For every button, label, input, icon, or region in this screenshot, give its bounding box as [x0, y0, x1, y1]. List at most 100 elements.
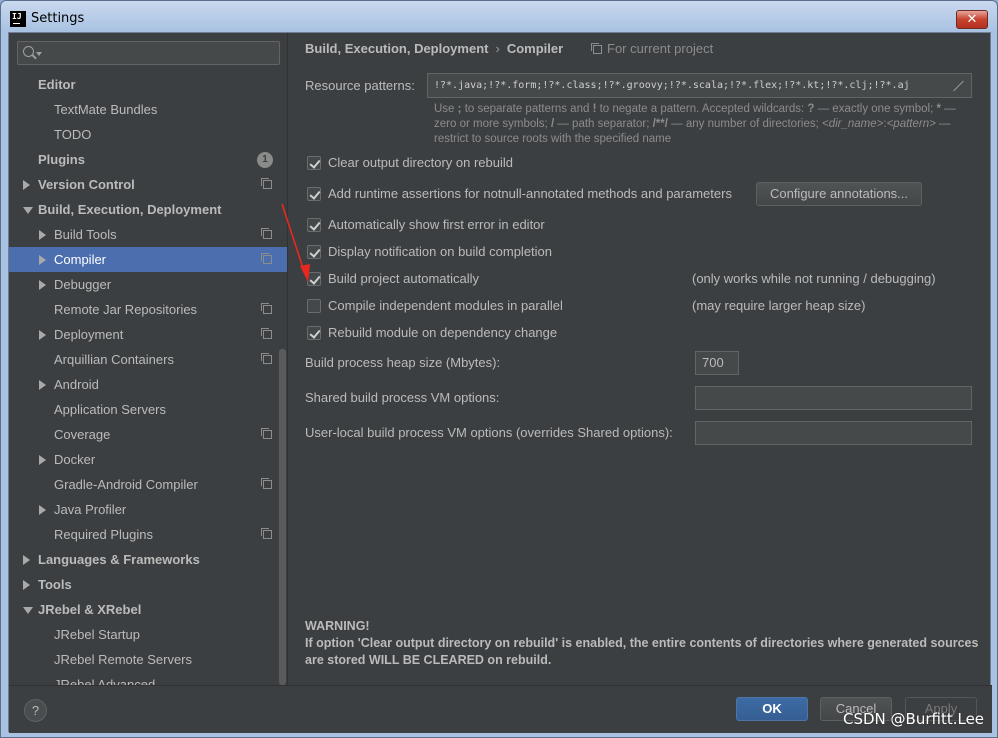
option-label[interactable]: Clear output directory on rebuild [328, 155, 513, 170]
option-label[interactable]: Build project automatically [328, 271, 479, 286]
collapsed-arrow-icon[interactable] [39, 330, 46, 340]
option-checkbox[interactable] [307, 299, 321, 313]
sidebar-item[interactable]: Docker [9, 447, 287, 472]
sidebar-item-label: Version Control [38, 177, 135, 192]
sidebar-item[interactable]: Gradle-Android Compiler [9, 472, 287, 497]
warning-body: If option 'Clear output directory on reb… [305, 636, 979, 667]
sidebar-item[interactable]: Version Control [9, 172, 287, 197]
sidebar-item[interactable]: Tools [9, 572, 287, 597]
sidebar-item-label: Docker [54, 452, 96, 467]
ok-button[interactable]: OK [736, 697, 808, 721]
collapsed-arrow-icon[interactable] [23, 180, 30, 190]
sidebar-item[interactable]: JRebel & XRebel [9, 597, 287, 622]
sidebar-item-label: Build, Execution, Deployment [38, 202, 222, 217]
sidebar-item[interactable]: Arquillian Containers [9, 347, 287, 372]
sidebar-item[interactable]: Plugins 1 [9, 147, 287, 172]
sidebar-item[interactable]: Required Plugins [9, 522, 287, 547]
collapsed-arrow-icon[interactable] [39, 380, 46, 390]
settings-content: Build, Execution, Deployment › Compiler Fo… [289, 33, 992, 685]
sidebar-item-label: JRebel Advanced [54, 677, 156, 685]
option-checkbox[interactable] [307, 187, 321, 201]
sidebar-item-label: Coverage [54, 427, 111, 442]
sidebar-item[interactable]: Application Servers [9, 397, 287, 422]
heap-size-input[interactable]: 700 [695, 351, 739, 375]
resource-patterns-label: Resource patterns: [305, 78, 415, 93]
option-label[interactable]: Automatically show first error in editor [328, 217, 545, 232]
collapsed-arrow-icon[interactable] [39, 455, 46, 465]
sidebar-item-label: Deployment [54, 327, 124, 342]
sidebar-item[interactable]: Build, Execution, Deployment [9, 197, 287, 222]
expanded-arrow-icon[interactable] [23, 207, 33, 214]
collapsed-arrow-icon[interactable] [39, 255, 46, 265]
option-checkbox[interactable] [307, 156, 321, 170]
breadcrumb-parent[interactable]: Build, Execution, Deployment [305, 41, 488, 56]
sidebar-item-label: Languages & Frameworks [38, 552, 200, 567]
project-scope-icon [261, 328, 272, 339]
sidebar-item[interactable]: JRebel Startup [9, 622, 287, 647]
breadcrumb-separator: › [495, 41, 500, 56]
project-scope-icon [261, 228, 272, 239]
sidebar-item-label: JRebel & XRebel [38, 602, 142, 617]
sidebar-item[interactable]: TextMate Bundles [9, 97, 287, 122]
option-checkbox[interactable] [307, 272, 321, 286]
expanded-arrow-icon[interactable] [23, 607, 33, 614]
configure-annotations-button[interactable]: Configure annotations... [756, 182, 922, 206]
collapsed-arrow-icon[interactable] [39, 505, 46, 515]
option-label[interactable]: Compile independent modules in parallel [328, 298, 563, 313]
sidebar-item-label: JRebel Remote Servers [54, 652, 192, 667]
sidebar-item[interactable]: Java Profiler [9, 497, 287, 522]
sidebar-item-label: Gradle-Android Compiler [54, 477, 198, 492]
sidebar-item[interactable]: TODO [9, 122, 287, 147]
sidebar-item-label: Compiler [54, 252, 107, 267]
shared-vm-options-label: Shared build process VM options: [305, 390, 500, 405]
option-label[interactable]: Add runtime assertions for notnull-annot… [328, 186, 732, 201]
sidebar-item[interactable]: Debugger [9, 272, 287, 297]
close-button[interactable]: ✕ [956, 10, 988, 29]
sidebar-item[interactable]: Deployment [9, 322, 287, 347]
option-label[interactable]: Rebuild module on dependency change [328, 325, 557, 340]
shared-vm-options-input[interactable] [695, 386, 972, 410]
option-label[interactable]: Display notification on build completion [328, 244, 552, 259]
user-vm-options-input[interactable] [695, 421, 972, 445]
resource-patterns-input[interactable]: !?*.java;!?*.form;!?*.class;!?*.groovy;!… [427, 73, 972, 98]
update-count-badge: 1 [257, 152, 273, 168]
sidebar-item[interactable]: Compiler [9, 247, 287, 272]
sidebar-item[interactable]: Remote Jar Repositories [9, 297, 287, 322]
sidebar-item-label: Tools [38, 577, 72, 592]
sidebar-item-label: TODO [54, 127, 92, 142]
sidebar-item[interactable]: JRebel Remote Servers [9, 647, 287, 672]
collapsed-arrow-icon[interactable] [23, 555, 30, 565]
option-checkbox[interactable] [307, 326, 321, 340]
heap-size-label: Build process heap size (Mbytes): [305, 355, 501, 370]
sidebar-item[interactable]: Languages & Frameworks [9, 547, 287, 572]
project-scope-icon [261, 353, 272, 364]
sidebar-item[interactable]: Android [9, 372, 287, 397]
sidebar-item[interactable]: Editor [9, 72, 287, 97]
intellij-app-icon: IJ [10, 11, 26, 27]
option-note: (may require larger heap size) [692, 298, 866, 313]
collapsed-arrow-icon[interactable] [39, 280, 46, 290]
expand-icon[interactable] [953, 80, 964, 91]
sidebar-item[interactable]: JRebel Advanced [9, 672, 287, 685]
sidebar-item-label: Remote Jar Repositories [54, 302, 198, 317]
collapsed-arrow-icon[interactable] [23, 580, 30, 590]
sidebar-scrollbar[interactable] [279, 349, 286, 685]
sidebar-item-label: JRebel Startup [54, 627, 140, 642]
project-scope-icon [261, 178, 272, 189]
option-checkbox[interactable] [307, 218, 321, 232]
sidebar-item-label: Required Plugins [54, 527, 154, 542]
sidebar-item[interactable]: Coverage [9, 422, 287, 447]
chevron-down-icon[interactable] [36, 52, 42, 56]
sidebar-item[interactable]: Build Tools [9, 222, 287, 247]
settings-window: IJ Settings ✕ Editor TextMate Bundles TODO… [0, 0, 998, 738]
title-bar[interactable]: IJ Settings ✕ [1, 1, 997, 35]
option-checkbox[interactable] [307, 245, 321, 259]
resource-patterns-value: !?*.java;!?*.form;!?*.class;!?*.groovy;!… [434, 80, 910, 91]
settings-tree: Editor TextMate Bundles TODO Plugins 1 Versio… [9, 72, 287, 685]
for-current-project-label: For current project [607, 41, 714, 56]
search-input[interactable] [17, 41, 280, 65]
warning-title: WARNING! [305, 619, 370, 633]
collapsed-arrow-icon[interactable] [39, 230, 46, 240]
help-button[interactable]: ? [24, 699, 47, 722]
watermark: CSDN @Burfitt.Lee [843, 710, 985, 728]
